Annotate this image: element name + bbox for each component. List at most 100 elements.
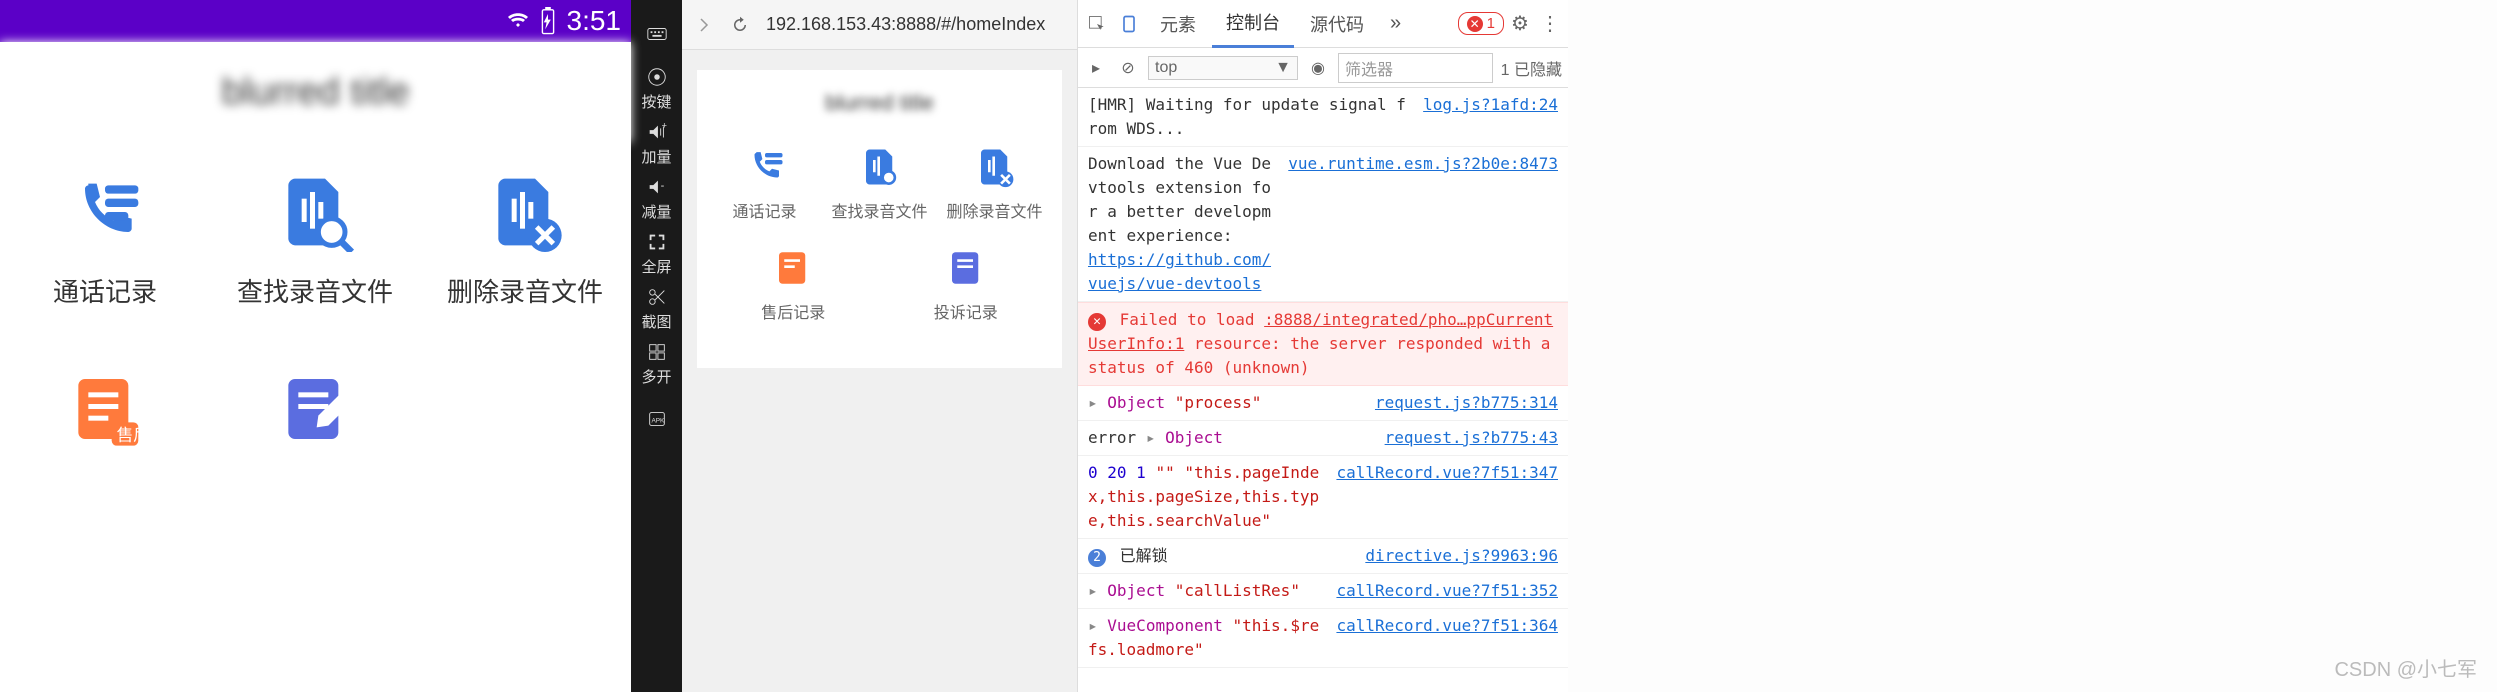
console-row: ▸ Object "callListRes" callRecord.vue?7f… bbox=[1078, 574, 1568, 609]
app-label: 查找录音文件 bbox=[237, 272, 393, 309]
volume-down-icon: - bbox=[646, 176, 668, 198]
app-label: 通话记录 bbox=[53, 272, 157, 309]
scissors-icon bbox=[646, 286, 668, 308]
devtools-dock[interactable]: ⋮ bbox=[1536, 11, 1564, 36]
toolbar-multi[interactable]: 多开 bbox=[631, 336, 682, 391]
browser-url-bar: 192.168.153.43:8888/#/homeIndex bbox=[682, 0, 1077, 50]
app-item-aftersale[interactable]: 售后 bbox=[0, 369, 210, 469]
aftersale-icon bbox=[772, 247, 814, 289]
source-link[interactable]: request.js?b775:43 bbox=[1385, 426, 1558, 450]
reload-icon bbox=[731, 16, 749, 34]
phone-status-bar: 3:51 bbox=[0, 0, 631, 42]
svg-text:-: - bbox=[660, 179, 664, 191]
info-icon: 2 bbox=[1088, 549, 1106, 567]
phone-header-title: blurred title bbox=[0, 42, 631, 142]
toolbar-keypress[interactable]: 按键 bbox=[631, 61, 682, 116]
error-icon: ✕ bbox=[1088, 313, 1106, 331]
delete-audio-icon bbox=[485, 172, 565, 252]
error-count-badge[interactable]: ✕ 1 bbox=[1458, 12, 1504, 35]
browser-viewport: blurred title 通话记录 查找录音文件 删除录音文件 售后记录 bbox=[682, 50, 1077, 692]
source-link[interactable]: request.js?b775:314 bbox=[1375, 391, 1558, 415]
tab-sources[interactable]: 源代码 bbox=[1296, 0, 1378, 48]
console-row: 0 20 1 "" "this.pageIndex,this.pageSize,… bbox=[1078, 456, 1568, 539]
toolbar-screenshot[interactable]: 截图 bbox=[631, 281, 682, 336]
toolbar-fullscreen[interactable]: 全屏 bbox=[631, 226, 682, 281]
source-link[interactable]: callRecord.vue?7f51:352 bbox=[1336, 579, 1558, 603]
blank-area: CSDN @小七军 bbox=[1568, 0, 2497, 692]
console-row: Download the Vue Devtools extension for … bbox=[1078, 147, 1568, 302]
app-item-delete-audio[interactable]: 删除录音文件 bbox=[420, 172, 630, 309]
toolbar-volume-down[interactable]: - 减量 bbox=[631, 171, 682, 226]
preview-grid: 通话记录 查找录音文件 删除录音文件 售后记录 投诉记录 bbox=[707, 146, 1052, 348]
csdn-watermark: CSDN @小七军 bbox=[2334, 653, 2477, 682]
app-label: 删除录音文件 bbox=[447, 272, 603, 309]
source-link[interactable]: callRecord.vue?7f51:364 bbox=[1336, 614, 1558, 662]
preview-item-aftersale[interactable]: 售后记录 bbox=[738, 247, 848, 323]
call-log-icon bbox=[744, 146, 786, 188]
tab-console[interactable]: 控制台 bbox=[1212, 0, 1294, 48]
preview-item-complaint[interactable]: 投诉记录 bbox=[911, 247, 1021, 323]
source-link[interactable]: callRecord.vue?7f51:347 bbox=[1336, 461, 1558, 533]
volume-up-icon: + bbox=[646, 121, 668, 143]
wifi-icon bbox=[503, 9, 533, 33]
nav-reload[interactable] bbox=[726, 11, 754, 39]
complaint-icon bbox=[945, 247, 987, 289]
status-time: 3:51 bbox=[567, 5, 622, 37]
app-item-edit-doc[interactable] bbox=[210, 369, 420, 469]
phone-app-grid: 通话记录 查找录音文件 删除录音文件 售后 bbox=[0, 142, 631, 529]
delete-audio-icon bbox=[974, 146, 1016, 188]
preview-label: 投诉记录 bbox=[934, 299, 998, 323]
battery-icon bbox=[539, 7, 557, 35]
source-link[interactable]: log.js?1afd:24 bbox=[1423, 93, 1558, 141]
console-row: ▸ VueComponent "this.$refs.loadmore" cal… bbox=[1078, 609, 1568, 668]
preview-label: 售后记录 bbox=[761, 299, 825, 323]
console-filter-bar: ▸ ⊘ top▼ ◉ 筛选器 1 已隐藏 bbox=[1078, 48, 1568, 88]
tab-elements[interactable]: 元素 bbox=[1146, 0, 1210, 48]
toolbar-volume-up[interactable]: + 加量 bbox=[631, 116, 682, 171]
search-audio-icon bbox=[859, 146, 901, 188]
vue-devtools-link[interactable]: https://github.com/vuejs/vue-devtools bbox=[1088, 250, 1271, 293]
console-output[interactable]: [HMR] Waiting for update signal from WDS… bbox=[1078, 88, 1568, 692]
apk-icon: APK bbox=[646, 408, 668, 430]
svg-text:售后: 售后 bbox=[117, 426, 145, 445]
emulator-toolbar: 按键 + 加量 - 减量 全屏 截图 多开 APK bbox=[631, 0, 682, 692]
search-audio-icon bbox=[275, 172, 355, 252]
console-play-icon[interactable]: ▸ bbox=[1084, 58, 1108, 78]
preview-card: blurred title 通话记录 查找录音文件 删除录音文件 售后记录 bbox=[697, 70, 1062, 368]
preview-item-call-log[interactable]: 通话记录 bbox=[710, 146, 820, 222]
arrow-right-icon bbox=[695, 16, 713, 34]
preview-item-search-audio[interactable]: 查找录音文件 bbox=[825, 146, 935, 222]
preview-label: 删除录音文件 bbox=[946, 198, 1042, 222]
console-filter-input[interactable]: 筛选器 bbox=[1338, 53, 1493, 83]
toolbar-apk[interactable]: APK bbox=[631, 391, 682, 446]
console-error-row: ✕ Failed to load :8888/integrated/pho…pp… bbox=[1078, 302, 1568, 386]
source-link[interactable]: vue.runtime.esm.js?2b0e:8473 bbox=[1288, 152, 1558, 296]
preview-item-delete-audio[interactable]: 删除录音文件 bbox=[940, 146, 1050, 222]
dpad-icon bbox=[646, 66, 668, 88]
console-row: 2 已解锁 directive.js?9963:96 bbox=[1078, 539, 1568, 574]
keyboard-icon bbox=[646, 23, 668, 45]
eye-icon[interactable]: ◉ bbox=[1306, 58, 1330, 78]
edit-doc-icon bbox=[275, 369, 355, 449]
console-clear-icon[interactable]: ⊘ bbox=[1116, 58, 1140, 78]
devtools-settings[interactable]: ⚙ bbox=[1506, 11, 1534, 36]
hidden-count: 1 已隐藏 bbox=[1501, 56, 1562, 80]
app-item-call-log[interactable]: 通话记录 bbox=[0, 172, 210, 309]
toolbar-keyboard[interactable] bbox=[631, 6, 682, 61]
source-link[interactable]: directive.js?9963:96 bbox=[1365, 544, 1558, 568]
inspect-icon[interactable] bbox=[1082, 9, 1112, 39]
devtools-panel: 元素 控制台 源代码 » ✕ 1 ⚙ ⋮ ▸ ⊘ top▼ ◉ 筛选器 1 已隐… bbox=[1077, 0, 1568, 692]
svg-text:APK: APK bbox=[651, 417, 665, 424]
fullscreen-icon bbox=[646, 231, 668, 253]
console-context-select[interactable]: top▼ bbox=[1148, 56, 1298, 80]
console-row: [HMR] Waiting for update signal from WDS… bbox=[1078, 88, 1568, 147]
tabs-more[interactable]: » bbox=[1380, 12, 1411, 35]
svg-text:+: + bbox=[661, 121, 666, 130]
nav-back[interactable] bbox=[690, 11, 718, 39]
preview-label: 通话记录 bbox=[732, 198, 796, 222]
url-text[interactable]: 192.168.153.43:8888/#/homeIndex bbox=[762, 14, 1069, 35]
device-icon[interactable] bbox=[1114, 9, 1144, 39]
app-item-search-audio[interactable]: 查找录音文件 bbox=[210, 172, 420, 309]
preview-label: 查找录音文件 bbox=[831, 198, 927, 222]
browser-preview: 192.168.153.43:8888/#/homeIndex blurred … bbox=[682, 0, 1077, 692]
